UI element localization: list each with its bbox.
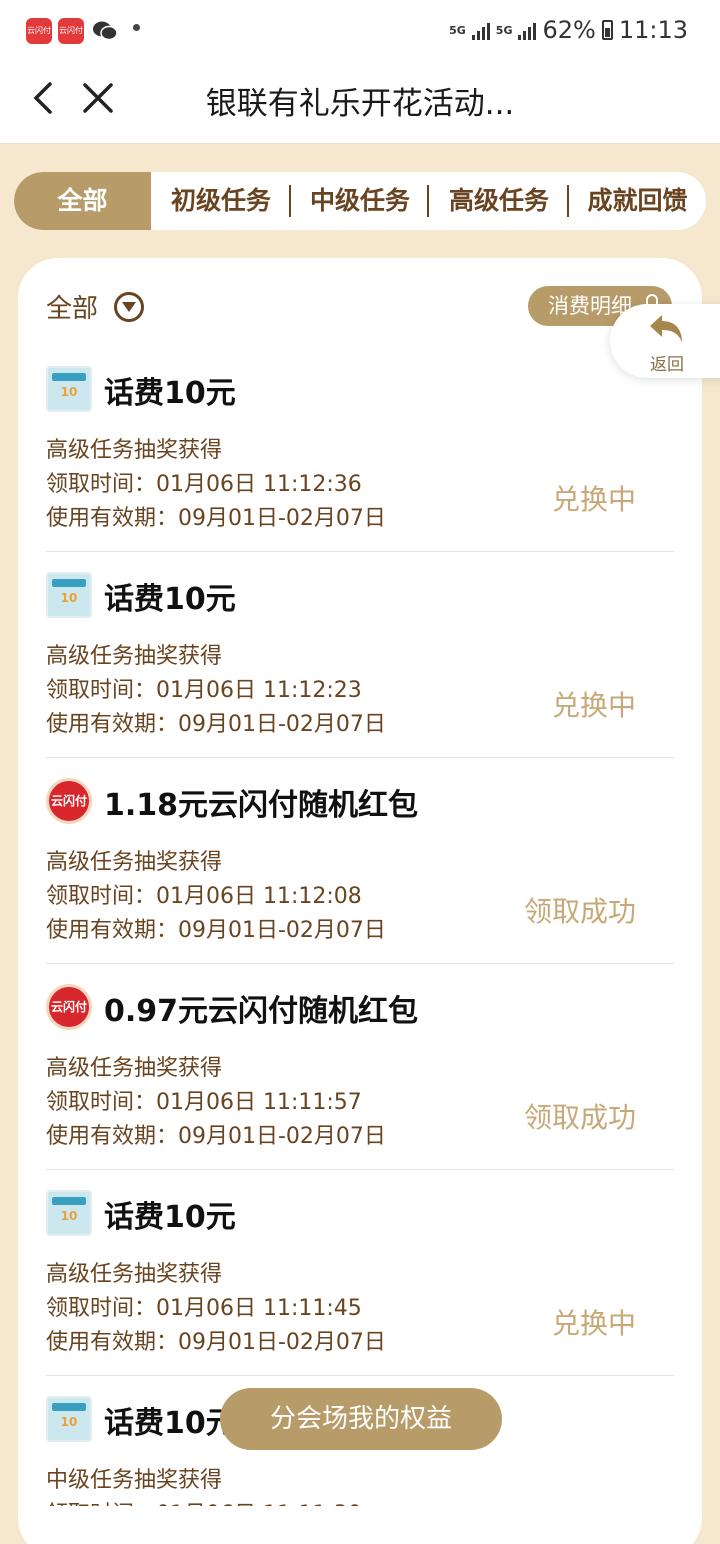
signal-icon [518,20,537,40]
reward-title: 0.97元云闪付随机红包 [104,994,419,1029]
claim-time: 领取时间：01月06日 11:12:36 [46,472,362,497]
tab-intermediate-tasks[interactable]: 中级任务 [291,172,429,230]
task-tabs: 全部 初级任务 中级任务 高级任务 成就回馈 [14,172,706,230]
unionpay-icon: 云闪付 [46,984,92,1030]
reward-source: 中级任务抽奖获得 [46,1468,223,1493]
reward-source: 高级任务抽奖获得 [46,850,223,875]
status-badge: 兑换中 [551,1307,636,1340]
chevron-down-icon [114,291,145,322]
unionpay-icon: 云闪付 [46,778,92,824]
claim-time: 领取时间：01月06日 11:11:30 [46,1496,362,1506]
reward-title: 话费10元 [104,1200,236,1235]
reward-source: 高级任务抽奖获得 [46,438,223,463]
phone-credit-icon [46,366,92,412]
unionpay-app-icon: 云闪付 [26,18,52,44]
reward-title: 话费10元 [104,376,236,411]
nav-bar: 银联有礼乐开花活动... [0,64,720,144]
list-item[interactable]: 云闪付 0.97元云闪付随机红包 高级任务抽奖获得 领取时间：01月06日 11… [46,964,674,1170]
reward-list: 话费10元 高级任务抽奖获得 领取时间：01月06日 11:12:36 使用有效… [46,346,674,1506]
network-type: 5G [495,23,513,37]
battery-percent: 62% [542,16,596,44]
claim-time: 领取时间：01月06日 11:11:57 [46,1090,362,1115]
back-button[interactable] [26,78,66,118]
list-item[interactable]: 云闪付 1.18元云闪付随机红包 高级任务抽奖获得 领取时间：01月06日 11… [46,758,674,964]
tab-advanced-tasks[interactable]: 高级任务 [429,172,569,230]
network-type: 5G [449,23,466,37]
floating-return-button[interactable]: 返回 [610,304,720,378]
list-item[interactable]: 话费10元 高级任务抽奖获得 领取时间：01月06日 11:12:36 使用有效… [46,346,674,552]
claim-time: 领取时间：01月06日 11:12:23 [46,678,362,703]
status-bar: 云闪付 云闪付 5G 5G 62% 11:13 [0,0,720,64]
my-benefits-button[interactable]: 分会场我的权益 [220,1388,502,1450]
notification-dot-icon [133,24,140,31]
tab-label: 初级任务 [170,186,271,215]
valid-period: 使用有效期：09月01日-02月07日 [46,1124,386,1149]
page-title: 银联有礼乐开花活动... [205,86,515,122]
return-arrow-icon [650,315,682,342]
phone-credit-icon [46,1190,92,1236]
signal-icon [471,20,490,40]
wechat-icon [92,20,118,47]
status-badge: 领取成功 [523,1101,636,1134]
tab-all[interactable]: 全部 [14,172,151,230]
reward-source: 高级任务抽奖获得 [46,1262,223,1287]
status-badge: 兑换中 [551,483,636,516]
status-badge: 兑换中 [551,689,636,722]
battery-icon [601,20,613,40]
list-item[interactable]: 话费10元 高级任务抽奖获得 领取时间：01月06日 11:12:23 使用有效… [46,552,674,758]
status-badge: 领取成功 [523,895,636,928]
valid-period: 使用有效期：09月01日-02月07日 [46,918,386,943]
valid-period: 使用有效期：09月01日-02月07日 [46,1330,386,1355]
rewards-card: 全部 消费明细 话费10元 高级任务抽奖获得 领取时间：01月06日 11:12… [18,258,702,1544]
list-item[interactable]: 话费10元 高级任务抽奖获得 领取时间：01月06日 11:11:45 使用有效… [46,1170,674,1376]
reward-title: 话费10元 [104,582,236,617]
close-icon [83,83,113,113]
reward-source: 高级任务抽奖获得 [46,1056,223,1081]
return-label: 返回 [650,355,684,375]
phone-credit-icon [46,572,92,618]
claim-time: 领取时间：01月06日 11:12:08 [46,884,362,909]
valid-period: 使用有效期：09月01日-02月07日 [46,506,386,531]
clock: 11:13 [618,16,688,44]
phone-credit-icon [46,1396,92,1442]
tab-achievement-rewards[interactable]: 成就回馈 [569,172,706,230]
chevron-left-icon [33,82,52,114]
valid-period: 使用有效期：09月01日-02月07日 [46,712,386,737]
reward-source: 高级任务抽奖获得 [46,644,223,669]
reward-title: 话费10元 [104,1406,236,1441]
status-right: 5G 5G 62% 11:13 [449,16,688,44]
filter-dropdown[interactable]: 全部 [46,288,145,325]
close-button[interactable] [78,78,118,118]
tab-label: 中级任务 [309,186,410,215]
tab-basic-tasks[interactable]: 初级任务 [151,172,291,230]
reward-title: 1.18元云闪付随机红包 [104,788,419,823]
filter-label: 全部 [46,294,99,324]
tab-label: 高级任务 [448,186,549,215]
unionpay-app-icon: 云闪付 [58,18,84,44]
claim-time: 领取时间：01月06日 11:11:45 [46,1296,362,1321]
